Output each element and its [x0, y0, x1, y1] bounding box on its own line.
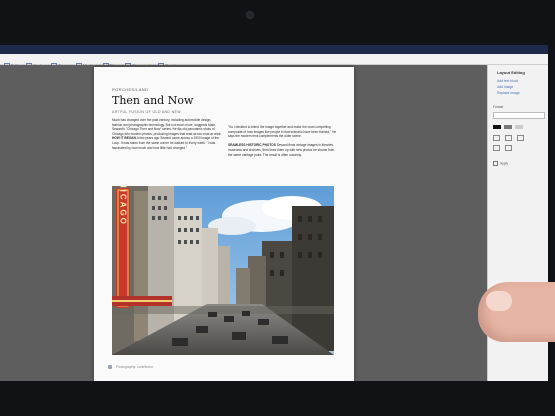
document-canvas[interactable]: PORCHES/LAND Then and Now ARTFUL FUSION …: [0, 65, 487, 381]
align-right-icon[interactable]: [517, 135, 524, 141]
apply-option-label: Apply: [500, 161, 508, 166]
font-select[interactable]: [493, 112, 545, 119]
lead-in-seamless: SEAMLESS HISTORIC PHOTOS: [228, 143, 276, 148]
alignment-controls: [493, 135, 543, 153]
body-paragraph-1: Much has changed over the past century, …: [112, 118, 222, 136]
menu-bar: File View Manage Search Help: [0, 45, 548, 59]
front-camera: [246, 11, 254, 19]
italic-icon[interactable]: [505, 145, 512, 151]
color-swatch-light[interactable]: [515, 125, 523, 129]
apply-option[interactable]: Apply: [493, 161, 508, 166]
fingertip: [478, 282, 555, 342]
camera-icon: [108, 365, 112, 370]
magazine-page[interactable]: PORCHES/LAND Then and Now ARTFUL FUSION …: [94, 67, 354, 381]
page-subtitle: ARTFUL FUSION OF OLD AND NEW: [112, 110, 181, 114]
photo-credit-text: Photography: contributor: [115, 365, 154, 369]
align-center-icon[interactable]: [505, 135, 512, 141]
section-label: PORCHES/LAND: [112, 87, 149, 92]
checkbox-icon[interactable]: [493, 161, 498, 166]
format-label: Format: [493, 105, 504, 109]
photo-credit: Photography: contributor: [108, 365, 154, 370]
page-title[interactable]: Then and Now: [112, 94, 193, 107]
panel-link-replace-image[interactable]: Replace image: [497, 91, 520, 95]
lead-in-how-it-began: HOW IT BEGAN: [112, 136, 136, 141]
marquee-text: CHICAGO: [119, 186, 128, 226]
panel-title: Layout Editing: [497, 70, 525, 75]
fingernail: [486, 291, 512, 311]
city-composite-image: CHICAGO: [112, 186, 334, 355]
bold-icon[interactable]: [493, 145, 500, 151]
align-left-icon[interactable]: [493, 135, 500, 141]
body-column-left[interactable]: Much has changed over the past century, …: [112, 118, 222, 150]
panel-link-add-text[interactable]: Add text block: [497, 79, 518, 83]
toolbar: Edit Undo Page Media Tips Comment Send: [0, 54, 548, 69]
then-and-now-photo[interactable]: CHICAGO: [112, 186, 334, 355]
app-screen: File View Manage Search Help Edit Undo P…: [0, 45, 548, 381]
color-swatch-black[interactable]: [493, 125, 501, 129]
body-column-right[interactable]: "So I decided to blend the image togethe…: [228, 125, 338, 157]
body-paragraph-3: "So I decided to blend the image togethe…: [228, 125, 337, 139]
color-swatch-gray[interactable]: [504, 125, 512, 129]
panel-link-add-image[interactable]: Add image: [497, 85, 513, 89]
